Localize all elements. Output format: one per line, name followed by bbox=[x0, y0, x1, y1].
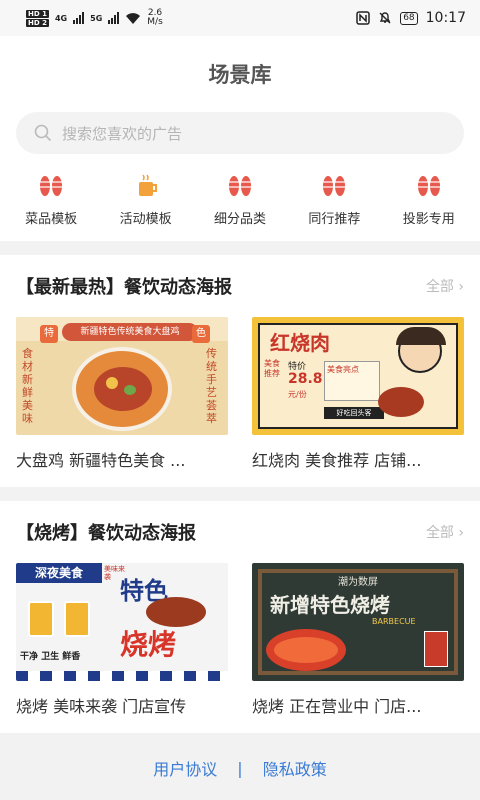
view-all-link[interactable]: 全部 › bbox=[426, 276, 464, 296]
poster-card[interactable]: 深夜美食 美味来袭 特色 烧烤 干净 卫生 鲜香 烧烤 美味来袭 门店宣传 bbox=[16, 563, 228, 717]
shrimp-icon bbox=[323, 176, 346, 196]
poster-image-hongshaorou: 红烧肉 美食推荐 特价 28.8 元/份 美食亮点 好吃回头客 bbox=[252, 317, 464, 435]
poster-headline: 红烧肉 bbox=[270, 331, 330, 355]
sign-icon bbox=[424, 631, 448, 667]
category-item-peer-recommend[interactable]: 同行推荐 bbox=[289, 172, 379, 227]
chevron-right-icon: › bbox=[458, 279, 464, 295]
poster-card[interactable]: 潮为数屏 新增特色烧烤 BARBECUE 烧烤 正在营业中 门店... bbox=[252, 563, 464, 717]
page-title: 场景库 bbox=[208, 63, 272, 87]
poster-tag: 色 bbox=[192, 325, 210, 343]
shrimp-icon bbox=[228, 176, 251, 196]
category-item-subcategories[interactable]: 细分品类 bbox=[195, 172, 285, 227]
nfc-icon bbox=[356, 11, 370, 25]
poster-bbq: 烧烤 bbox=[120, 628, 177, 661]
poster-border bbox=[16, 671, 228, 681]
search-icon bbox=[34, 124, 52, 142]
poster-image-bbq-open: 潮为数屏 新增特色烧烤 BARBECUE bbox=[252, 563, 464, 681]
poster-image-dapanji: 新疆特色传统美食大盘鸡 特 色 食材新鲜美味 传统手艺荟萃 bbox=[16, 317, 228, 435]
shrimp-icon bbox=[417, 176, 440, 196]
section-title: 【烧烤】餐饮动态海报 bbox=[16, 523, 196, 544]
poster-tag: 特 bbox=[40, 325, 58, 343]
shrimp-icon bbox=[40, 176, 63, 196]
section-title: 【最新最热】餐饮动态海报 bbox=[16, 277, 232, 298]
footer-separator: | bbox=[237, 758, 243, 778]
user-agreement-link[interactable]: 用户协议 bbox=[153, 756, 217, 780]
category-label: 菜品模板 bbox=[25, 212, 78, 227]
category-label: 同行推荐 bbox=[308, 212, 361, 227]
card-caption: 烧烤 美味来袭 门店宣传 bbox=[16, 697, 187, 716]
skewers-image bbox=[146, 597, 206, 627]
search-placeholder: 搜索您喜欢的广告 bbox=[62, 124, 183, 143]
hd1-label: HD 1 bbox=[26, 9, 49, 18]
signal-icon bbox=[73, 12, 85, 24]
poster-side-text: 传统手艺荟萃 bbox=[206, 347, 217, 425]
section-latest-hot: 【最新最热】餐饮动态海报 全部 › 新疆特色传统美食大盘鸡 特 色 食材新鲜美味… bbox=[0, 255, 480, 487]
net2-label: 5G bbox=[90, 13, 103, 23]
poster-tag: 美食推荐 bbox=[264, 359, 280, 378]
hd2-label: HD 2 bbox=[26, 18, 49, 27]
footer-links: 用户协议 | 隐私政策 bbox=[0, 746, 480, 790]
poster-banner: 好吃回头客 bbox=[324, 407, 384, 419]
poster-headline: 新增特色烧烤 bbox=[270, 593, 390, 617]
view-all-link[interactable]: 全部 › bbox=[426, 522, 464, 542]
poster-card[interactable]: 红烧肉 美食推荐 特价 28.8 元/份 美食亮点 好吃回头客 红烧肉 美食推荐… bbox=[252, 317, 464, 471]
signal-icon-2 bbox=[108, 12, 120, 24]
network-speed: 2.6 M/s bbox=[147, 9, 163, 27]
battery-indicator: 68 bbox=[400, 11, 418, 25]
poster-price-unit: 元/份 bbox=[288, 390, 307, 399]
card-caption: 烧烤 正在营业中 门店... bbox=[252, 697, 422, 716]
poster-slogan: 干净 卫生 鲜香 bbox=[20, 652, 81, 662]
card-caption: 大盘鸡 新疆特色美食 ... bbox=[16, 451, 186, 470]
mute-bell-icon bbox=[379, 12, 391, 24]
category-item-activity-templates[interactable]: 活动模板 bbox=[101, 172, 191, 227]
category-row: 菜品模板 活动模板 细分品类 同行推荐 投影专用 bbox=[0, 154, 480, 227]
beer-mug-icon bbox=[28, 601, 54, 637]
view-all-label: 全部 bbox=[425, 279, 454, 295]
section-bbq: 【烧烤】餐饮动态海报 全部 › 深夜美食 美味来袭 特色 烧烤 干净 卫生 鲜香… bbox=[0, 501, 480, 733]
dish-plate bbox=[72, 347, 172, 431]
pork-dish bbox=[378, 387, 424, 417]
beer-mug-icon bbox=[64, 601, 90, 637]
clock: 10:17 bbox=[425, 10, 466, 26]
speed-unit: M/s bbox=[147, 17, 163, 27]
category-item-projection[interactable]: 投影专用 bbox=[384, 172, 474, 227]
poster-highlight: 美食亮点 bbox=[324, 361, 380, 401]
card-caption: 红烧肉 美食推荐 店铺... bbox=[252, 451, 422, 470]
poster-subtitle: BARBECUE bbox=[372, 617, 416, 626]
drink-icon bbox=[138, 174, 157, 196]
search-input[interactable]: 搜索您喜欢的广告 bbox=[16, 112, 464, 154]
net1-label: 4G bbox=[54, 13, 68, 23]
poster-card[interactable]: 新疆特色传统美食大盘鸡 特 色 食材新鲜美味 传统手艺荟萃 大盘鸡 新疆特色美食… bbox=[16, 317, 228, 471]
view-all-label: 全部 bbox=[425, 525, 454, 541]
poster-price: 28.8 bbox=[288, 371, 323, 387]
wifi-icon bbox=[126, 12, 141, 24]
poster-headline: 深夜美食 bbox=[16, 563, 102, 583]
poster-brand: 潮为数屏 bbox=[338, 577, 378, 588]
category-label: 细分品类 bbox=[213, 212, 266, 227]
category-label: 活动模板 bbox=[119, 212, 172, 227]
top-panel: 场景库 搜索您喜欢的广告 菜品模板 活动模板 细分品类 同行推荐 投影专用 bbox=[0, 36, 480, 241]
hd-indicator: HD 1 HD 2 bbox=[26, 9, 49, 27]
status-bar: HD 1 HD 2 4G 5G 2.6 M/s 68 10:17 bbox=[0, 0, 480, 36]
privacy-policy-link[interactable]: 隐私政策 bbox=[263, 756, 327, 780]
category-item-dish-templates[interactable]: 菜品模板 bbox=[6, 172, 96, 227]
poster-headline: 新疆特色传统美食大盘鸡 bbox=[62, 323, 198, 341]
category-label: 投影专用 bbox=[402, 212, 455, 227]
poster-side-text: 食材新鲜美味 bbox=[22, 347, 33, 425]
cartoon-hair bbox=[396, 327, 446, 345]
chevron-right-icon: › bbox=[458, 525, 464, 541]
poster-image-bbq-night: 深夜美食 美味来袭 特色 烧烤 干净 卫生 鲜香 bbox=[16, 563, 228, 681]
